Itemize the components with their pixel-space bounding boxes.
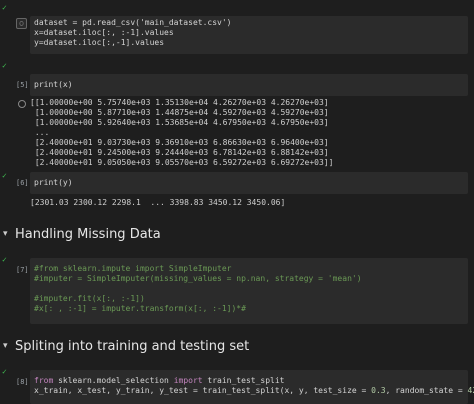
code-line: #imputer = SimpleImputer(missing_values …: [34, 274, 468, 284]
code-cell-1[interactable]: ✓ ▢ dataset = pd.read_csv('main_dataset.…: [0, 0, 474, 58]
code-editor[interactable]: print(x): [30, 74, 468, 96]
code-line: print(x): [34, 80, 73, 89]
cell-output: [2301.03 2300.12 2298.1 ... 3398.83 3450…: [30, 198, 468, 208]
section-heading[interactable]: ▾ Spliting into training and testing set: [0, 332, 474, 360]
number-literal: 42: [468, 386, 474, 395]
code-line: from sklearn.model_selection import trai…: [34, 376, 468, 386]
keyword: import: [174, 376, 203, 385]
output-line: [2.40000e+01 9.05050e+03 9.05570e+03 6.5…: [30, 158, 468, 168]
success-check-icon: ✓: [2, 256, 7, 264]
success-check-icon: ✓: [2, 172, 7, 180]
heading-text: Spliting into training and testing set: [15, 339, 249, 354]
code-cell-2[interactable]: ✓ [5] print(x) [[1.00000e+00 5.75740e+03…: [0, 60, 474, 170]
success-check-icon: ✓: [2, 62, 7, 70]
module-name: sklearn.model_selection: [53, 376, 173, 385]
code-editor[interactable]: from sklearn.model_selection import trai…: [30, 370, 468, 404]
keyword: from: [34, 376, 53, 385]
chevron-down-icon[interactable]: ▾: [3, 341, 15, 351]
code-text: , random_state =: [386, 386, 468, 395]
section-heading[interactable]: ▾ Handling Missing Data: [0, 220, 474, 248]
blank-line: [34, 284, 468, 294]
output-toggle-icon[interactable]: [18, 100, 26, 108]
function-name: train_test_split: [203, 376, 285, 385]
code-line: y=dataset.iloc[:,-1].values: [34, 38, 468, 48]
number-literal: 0.3: [371, 386, 385, 395]
code-text: x_train, x_test, y_train, y_test = train…: [34, 386, 371, 395]
output-line: [2301.03 2300.12 2298.1 ... 3398.83 3450…: [30, 198, 468, 208]
output-line: [2.40000e+01 9.24500e+03 9.24440e+03 6.7…: [30, 148, 468, 158]
code-line: #from sklearn.impute import SimpleImpute…: [34, 264, 468, 274]
code-editor[interactable]: dataset = pd.read_csv('main_dataset.csv'…: [30, 16, 468, 54]
code-cell-5[interactable]: ✓ [8] from sklearn.model_selection impor…: [0, 364, 474, 402]
code-cell-4[interactable]: ✓ [7] #from sklearn.impute import Simple…: [0, 252, 474, 328]
output-line: [2.40000e+01 9.03730e+03 9.36910e+03 6.8…: [30, 138, 468, 148]
output-line: [[1.00000e+00 5.75740e+03 1.35130e+04 4.…: [30, 98, 468, 108]
code-line: #imputer.fit(x[:, :-1]): [34, 294, 468, 304]
code-line: print(y): [34, 178, 73, 187]
cell-run-icon[interactable]: ▢: [16, 18, 27, 29]
code-cell-3[interactable]: ✓ [6] print(y) [2301.03 2300.12 2298.1 .…: [0, 170, 474, 215]
code-editor[interactable]: print(y): [30, 172, 468, 194]
chevron-down-icon[interactable]: ▾: [3, 229, 15, 239]
code-editor[interactable]: #from sklearn.impute import SimpleImpute…: [30, 258, 468, 324]
code-line: dataset = pd.read_csv('main_dataset.csv'…: [34, 18, 468, 28]
notebook: ✓ ▢ dataset = pd.read_csv('main_dataset.…: [0, 0, 474, 402]
cell-output: [[1.00000e+00 5.75740e+03 1.35130e+04 4.…: [30, 98, 468, 168]
output-line: ...: [30, 128, 468, 138]
code-line: x=dataset.iloc[:, :-1].values: [34, 28, 468, 38]
output-line: [1.00000e+00 5.92640e+03 1.53685e+04 4.6…: [30, 118, 468, 128]
code-line: x_train, x_test, y_train, y_test = train…: [34, 386, 468, 396]
output-line: [1.00000e+00 5.87710e+03 1.44875e+04 4.5…: [30, 108, 468, 118]
code-line: #x[: , :-1] = imputer.transform(x[:, :-1…: [34, 304, 468, 314]
success-check-icon: ✓: [2, 368, 7, 376]
heading-text: Handling Missing Data: [15, 227, 161, 242]
success-check-icon: ✓: [2, 4, 7, 12]
